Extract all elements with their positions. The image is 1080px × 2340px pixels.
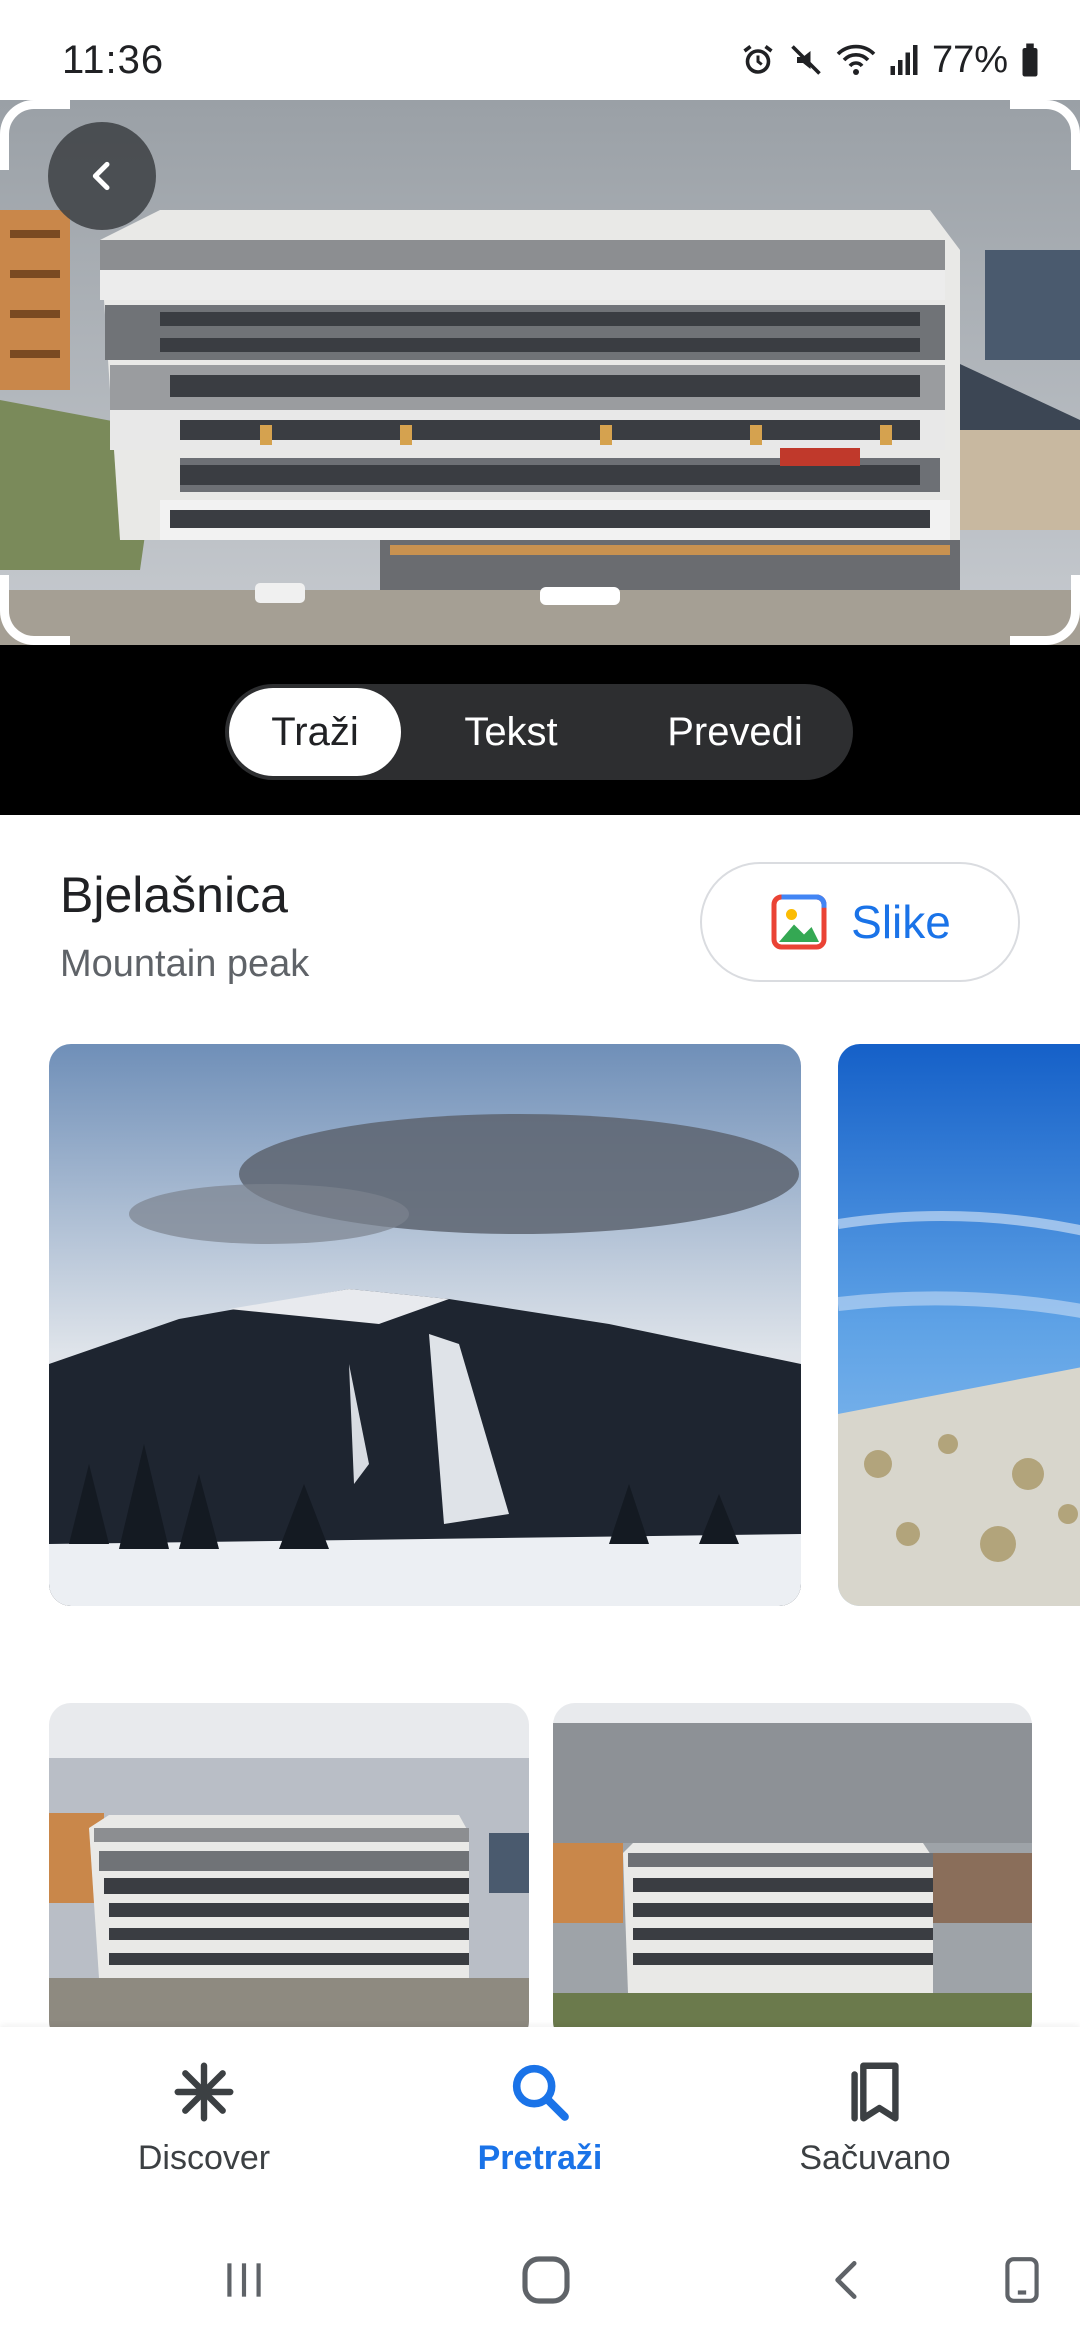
recent-apps-icon (227, 2263, 261, 2297)
tab-search[interactable]: Traži (229, 688, 401, 776)
result-image-building-2[interactable] (553, 1703, 1032, 2043)
nav-saved[interactable]: Sačuvano (745, 2057, 1005, 2178)
back-icon (835, 2261, 857, 2299)
mute-icon (788, 42, 824, 78)
battery-level: 77% (931, 38, 1008, 81)
battery-icon (1020, 42, 1040, 78)
rotate-icon (1005, 2257, 1039, 2303)
chevron-left-icon (92, 161, 110, 191)
tab-text[interactable]: Tekst (401, 688, 621, 776)
images-icon (771, 894, 827, 950)
signal-icon (888, 42, 920, 78)
rotate-button[interactable] (982, 2247, 1062, 2313)
alarm-icon (740, 42, 776, 78)
result-image-peek[interactable] (838, 1044, 1080, 1606)
back-button[interactable] (48, 122, 156, 230)
home-button[interactable] (506, 2247, 586, 2313)
nav-discover-label: Discover (137, 2139, 271, 2177)
nav-discover[interactable]: Discover (74, 2057, 334, 2178)
mode-switch: Traži Tekst Prevedi (225, 684, 853, 780)
search-icon (512, 2064, 569, 2121)
recent-apps-button[interactable] (204, 2247, 284, 2313)
discover-asterisk-icon (174, 2062, 234, 2122)
crop-corner-bottom-right[interactable] (1010, 575, 1080, 645)
bookmarks-icon (851, 2062, 899, 2122)
home-icon (522, 2256, 570, 2304)
status-bar: 11:36 77% (0, 0, 1080, 100)
wifi-icon (836, 42, 876, 78)
system-back-button[interactable] (808, 2247, 888, 2313)
nav-search[interactable]: Pretraži (410, 2057, 670, 2178)
captured-photo (0, 100, 1080, 645)
entity-subtitle: Mountain peak (60, 943, 310, 985)
nav-saved-label: Sačuvano (799, 2139, 951, 2177)
result-image-building-1[interactable] (49, 1703, 529, 2043)
system-navigation-bar (0, 2227, 1080, 2340)
crop-corner-top-right[interactable] (1010, 100, 1080, 170)
result-image-mountain[interactable] (49, 1044, 801, 1606)
tab-translate[interactable]: Prevedi (621, 688, 849, 776)
images-button[interactable]: Slike (700, 862, 1020, 982)
status-icons: 77% (740, 36, 1040, 84)
lens-viewer: Traži Tekst Prevedi (0, 100, 1080, 815)
nav-search-label: Pretraži (477, 2139, 603, 2177)
bottom-navigation: Discover Pretraži Sačuvano (0, 2027, 1080, 2227)
images-button-label: Slike (851, 896, 951, 948)
entity-title[interactable]: Bjelašnica (60, 866, 288, 924)
status-time: 11:36 (62, 38, 165, 82)
crop-corner-bottom-left[interactable] (0, 575, 70, 645)
